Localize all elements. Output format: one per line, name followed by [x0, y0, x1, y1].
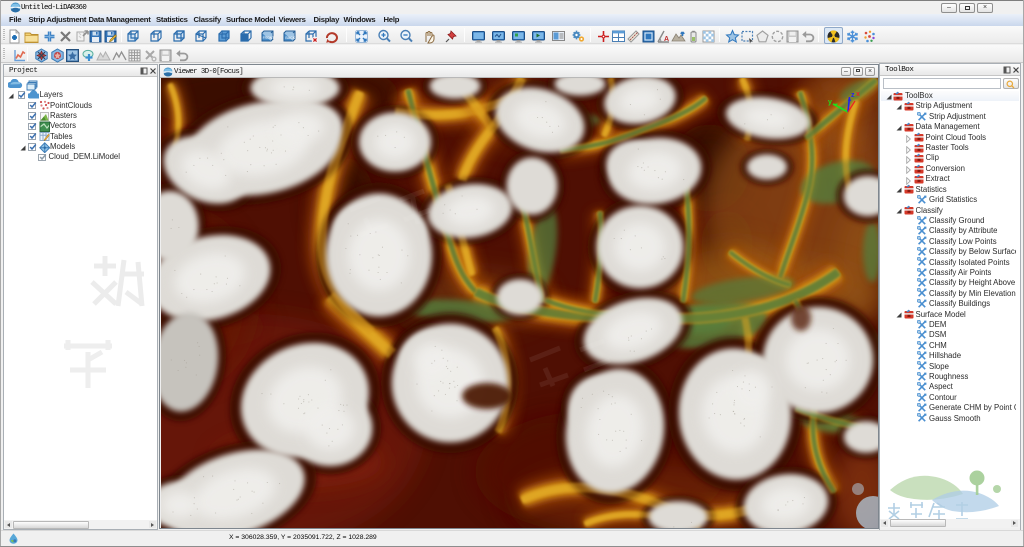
svg-text:A: A — [664, 36, 669, 43]
svg-text:z: z — [851, 92, 855, 99]
svg-text:x: x — [856, 91, 860, 98]
svg-text:BACK: BACK — [285, 35, 295, 39]
svg-text:FRONT: FRONT — [263, 35, 275, 39]
svg-text:y: y — [828, 99, 832, 106]
